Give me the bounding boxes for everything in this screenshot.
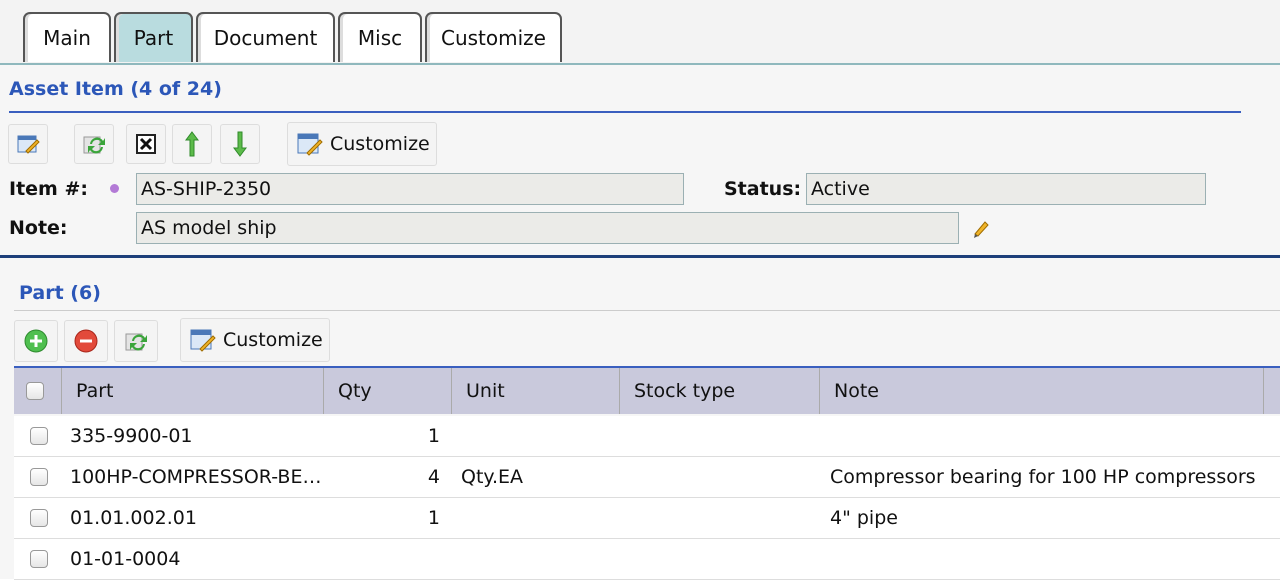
part-section-title: Part (6): [19, 282, 101, 304]
tab-part[interactable]: Part: [114, 12, 193, 62]
qty-cell: 4: [427, 466, 440, 488]
refresh-icon: [83, 136, 105, 154]
column-header-stock-type[interactable]: Stock type: [620, 368, 820, 414]
edit-icon: [17, 135, 40, 154]
tab-label: Part: [133, 26, 174, 50]
qty-cell: [414, 539, 440, 579]
refresh-icon: [125, 333, 147, 351]
table-row[interactable]: 01-01-0004: [14, 539, 1280, 580]
row-checkbox[interactable]: [30, 550, 48, 568]
move-up-button[interactable]: [172, 124, 212, 164]
refresh-button[interactable]: [74, 124, 114, 164]
table-row[interactable]: 335-9900-01 1: [14, 416, 1280, 457]
customize-button[interactable]: Customize: [287, 122, 437, 166]
note-cell: Compressor bearing for 100 HP compressor…: [830, 466, 1256, 488]
tab-label: Customize: [441, 26, 546, 50]
asset-title: Asset Item (4 of 24): [9, 78, 222, 100]
asset-title-underline: [9, 111, 1241, 113]
select-all-cell: [14, 368, 62, 414]
unit-cell: Qty.EA: [461, 466, 523, 488]
column-header-qty[interactable]: Qty: [324, 368, 452, 414]
tab-label: Document: [213, 26, 318, 50]
customize-icon: [297, 133, 323, 156]
row-checkbox[interactable]: [30, 509, 48, 527]
move-down-button[interactable]: [220, 124, 260, 164]
customize-label: Customize: [223, 329, 323, 351]
tab-main[interactable]: Main: [23, 12, 111, 62]
tab-label: Misc: [357, 26, 403, 50]
part-cell: 01-01-0004: [70, 548, 181, 570]
add-part-button[interactable]: [14, 320, 58, 362]
table-row[interactable]: 01.01.002.01 1 4" pipe: [14, 498, 1280, 539]
qty-cell: 1: [427, 507, 440, 529]
edit-button[interactable]: [8, 124, 48, 164]
delete-button[interactable]: [126, 124, 166, 164]
parts-grid-header: Part Qty Unit Stock type Note: [14, 366, 1280, 414]
table-row[interactable]: 100HP-COMPRESSOR-BE… 4 Qty.EA Compressor…: [14, 457, 1280, 498]
customize-parts-button[interactable]: Customize: [180, 318, 330, 362]
status-label: Status:: [724, 178, 802, 200]
part-cell: 01.01.002.01: [70, 507, 197, 529]
part-cell: 335-9900-01: [70, 425, 193, 447]
required-indicator-icon: [110, 184, 119, 193]
close-box-icon: [136, 134, 156, 154]
tab-label: Main: [43, 26, 91, 50]
remove-icon: [74, 329, 98, 353]
note-cell: 4" pipe: [830, 507, 898, 529]
item-number-label: Item #:: [9, 178, 88, 200]
column-header-note[interactable]: Note: [820, 368, 1264, 414]
customize-label: Customize: [330, 133, 430, 155]
refresh-parts-button[interactable]: [114, 320, 158, 362]
note-edit-button[interactable]: [966, 214, 994, 242]
customize-icon: [190, 329, 216, 352]
note-label: Note:: [9, 217, 68, 239]
qty-cell: 1: [427, 425, 440, 447]
column-header-part[interactable]: Part: [62, 368, 324, 414]
item-number-field[interactable]: AS-SHIP-2350: [136, 173, 684, 205]
status-field[interactable]: Active: [806, 173, 1206, 205]
arrow-up-icon: [185, 131, 199, 157]
part-cell: 100HP-COMPRESSOR-BE…: [70, 466, 322, 488]
pencil-icon: [974, 221, 989, 238]
tab-customize[interactable]: Customize: [425, 12, 562, 62]
add-icon: [24, 329, 48, 353]
tab-document[interactable]: Document: [196, 12, 335, 62]
row-checkbox[interactable]: [30, 468, 48, 486]
arrow-down-icon: [233, 131, 247, 157]
tab-misc[interactable]: Misc: [338, 12, 422, 62]
part-title-underline: [14, 310, 1280, 311]
remove-part-button[interactable]: [64, 320, 108, 362]
tab-bar: Main Part Document Misc Customize: [0, 8, 1280, 65]
row-checkbox[interactable]: [30, 427, 48, 445]
select-all-checkbox[interactable]: [26, 382, 44, 400]
note-field[interactable]: AS model ship: [136, 212, 959, 244]
column-header-unit[interactable]: Unit: [452, 368, 620, 414]
